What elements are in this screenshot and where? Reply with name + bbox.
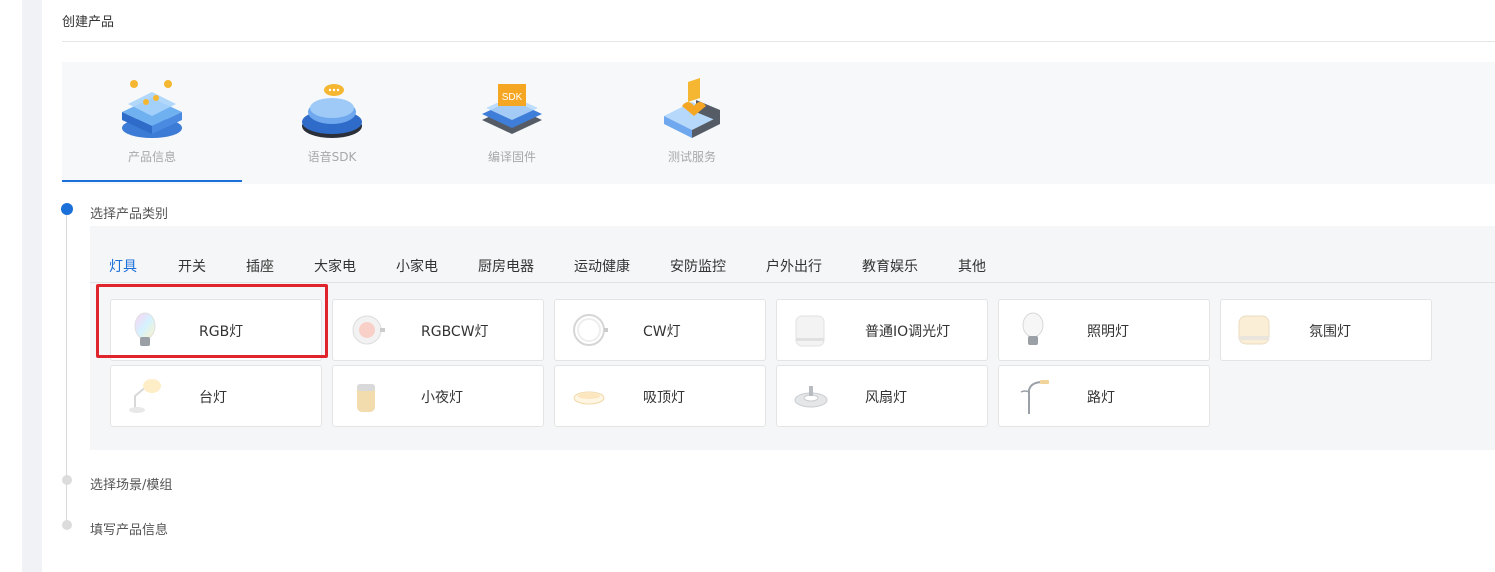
steps-bar: 产品信息 语音SDK SDK 编译固件 测试服务 (62, 62, 1495, 184)
product-card-rgb[interactable]: RGB灯 (110, 299, 322, 361)
product-card-io-dimmer[interactable]: 普通IO调光灯 (776, 299, 988, 361)
rgb-bulb-icon (134, 312, 156, 346)
tab-sports-health[interactable]: 运动健康 (574, 256, 630, 276)
ceiling-light-icon (573, 391, 605, 405)
io-dimmer-light-icon (795, 315, 825, 347)
product-name: 小夜灯 (421, 390, 463, 406)
product-name: 风扇灯 (865, 390, 907, 406)
tab-switch[interactable]: 开关 (178, 256, 206, 276)
product-card-cw[interactable]: CW灯 (554, 299, 766, 361)
product-name: 氛围灯 (1309, 324, 1351, 340)
wizard-step-select-category: 选择产品类别 (90, 207, 169, 222)
wizard-step-select-scene: 选择场景/模组 (90, 478, 173, 493)
desk-lamp-icon (129, 379, 161, 413)
step-label: 编译固件 (487, 150, 536, 164)
street-light-icon (1020, 380, 1049, 414)
product-card-street-light[interactable]: 路灯 (998, 365, 1210, 427)
ambient-light-icon (1238, 315, 1270, 345)
category-tabs: 灯具 开关 插座 大家电 小家电 厨房电器 运动健康 安防监控 户外出行 教育娱… (90, 226, 1495, 283)
compile-firmware-icon: SDK (482, 84, 542, 134)
step-dot-active (61, 203, 73, 215)
tab-lighting[interactable]: 灯具 (109, 256, 137, 276)
product-name: 路灯 (1087, 390, 1115, 406)
tab-outdoor[interactable]: 户外出行 (766, 256, 822, 276)
step-dot (62, 520, 72, 530)
product-card-lighting[interactable]: 照明灯 (998, 299, 1210, 361)
step-product-info[interactable]: 产品信息 (62, 62, 242, 184)
product-card-ceiling-light[interactable]: 吸顶灯 (554, 365, 766, 427)
tabs-divider (90, 282, 1495, 283)
product-name: RGB灯 (199, 324, 244, 340)
product-name: RGBCW灯 (421, 324, 489, 340)
tab-kitchen[interactable]: 厨房电器 (478, 256, 534, 276)
wizard-step-fill-info: 填写产品信息 (90, 523, 169, 538)
tab-education[interactable]: 教育娱乐 (862, 256, 918, 276)
voice-sdk-icon (302, 84, 362, 138)
page-title: 创建产品 (62, 15, 115, 30)
tab-socket[interactable]: 插座 (246, 256, 274, 276)
product-name: 吸顶灯 (643, 390, 685, 406)
product-card-night-light[interactable]: 小夜灯 (332, 365, 544, 427)
product-name: 台灯 (199, 390, 227, 406)
svg-text:SDK: SDK (502, 92, 523, 103)
left-rail (0, 0, 42, 572)
product-name: CW灯 (643, 324, 681, 340)
step-label: 语音SDK (307, 150, 357, 164)
fan-light-icon (794, 386, 828, 408)
cw-ring-light-icon (573, 314, 608, 346)
step-label: 测试服务 (667, 150, 716, 164)
product-name: 普通IO调光灯 (865, 324, 951, 340)
rgbcw-light-icon (352, 315, 385, 345)
step-voice-sdk[interactable]: 语音SDK (242, 62, 422, 184)
product-info-icon (122, 80, 182, 138)
tab-large-appliance[interactable]: 大家电 (314, 256, 356, 276)
product-card-ambient[interactable]: 氛围灯 (1220, 299, 1432, 361)
product-card-fan-light[interactable]: 风扇灯 (776, 365, 988, 427)
product-card-rgbcw[interactable]: RGBCW灯 (332, 299, 544, 361)
lighting-bulb-icon (1022, 312, 1044, 345)
tab-other[interactable]: 其他 (958, 256, 986, 276)
night-light-icon (357, 384, 375, 412)
step-dot (62, 475, 72, 485)
step-compile-firmware[interactable]: SDK 编译固件 (422, 62, 602, 184)
active-step-underline (62, 180, 242, 182)
test-service-icon (664, 78, 720, 138)
tab-small-appliance[interactable]: 小家电 (396, 256, 438, 276)
product-card-desk-lamp[interactable]: 台灯 (110, 365, 322, 427)
step-label: 产品信息 (127, 150, 176, 164)
product-name: 照明灯 (1087, 324, 1129, 340)
step-test-service[interactable]: 测试服务 (602, 62, 782, 184)
tab-security[interactable]: 安防监控 (670, 256, 726, 276)
title-divider (62, 41, 1495, 42)
